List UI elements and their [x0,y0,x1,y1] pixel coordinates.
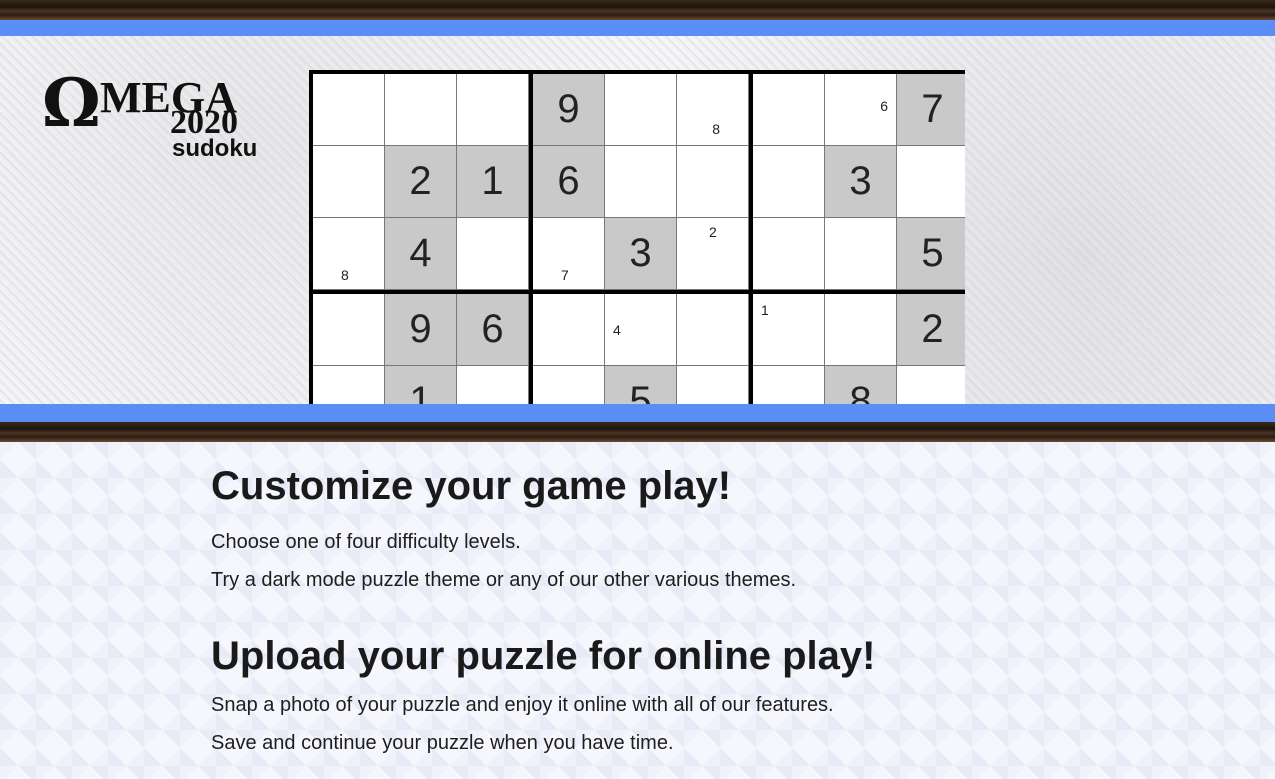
sudoku-cell[interactable]: 8 [825,366,897,404]
pencil-mark: 7 [561,267,569,283]
sudoku-cell[interactable] [753,74,825,146]
logo-subtitle: sudoku [172,135,258,162]
sudoku-cell[interactable]: 7 [897,74,965,146]
given-digit: 4 [409,231,432,275]
sudoku-cell[interactable] [753,218,825,290]
sudoku-cell[interactable]: 5 [897,218,965,290]
sudoku-cell[interactable]: 6 [533,146,605,218]
sudoku-preview: 9 8 6 7 2 1 6 3 8 4 7 3 2 5 9 6 4 1 2 1 5 8 [309,70,965,404]
sudoku-cell[interactable] [533,294,605,366]
sudoku-cell[interactable]: 1 [753,294,825,366]
sudoku-cell[interactable] [457,218,529,290]
sudoku-cell[interactable]: 9 [533,74,605,146]
sudoku-cell[interactable] [313,74,385,146]
given-digit: 7 [921,87,944,131]
sudoku-cell[interactable] [313,294,385,366]
feature-text: Try a dark mode puzzle theme or any of o… [211,569,797,591]
given-digit: 1 [481,159,504,203]
given-digit: 2 [921,307,944,351]
sudoku-cell[interactable] [677,146,749,218]
omega-sudoku-logo[interactable]: Ω MEGA 2020 sudoku [42,70,262,200]
feature-heading: Customize your game play! [211,464,732,508]
given-digit: 2 [409,159,432,203]
sudoku-cell[interactable] [825,294,897,366]
given-digit: 9 [557,87,580,131]
sudoku-cell[interactable]: 2 [385,146,457,218]
sudoku-cell[interactable] [677,294,749,366]
sudoku-cell[interactable]: 6 [825,74,897,146]
wood-banner-bottom [0,422,1275,442]
sudoku-cell[interactable] [605,146,677,218]
box-divider-horizontal [313,290,965,294]
sudoku-cell[interactable]: 8 [313,218,385,290]
sudoku-cell[interactable]: 3 [825,146,897,218]
feature-upload: Upload your puzzle for online play! Snap… [211,632,1111,754]
sudoku-cell[interactable]: 6 [457,294,529,366]
feature-customize: Customize your game play! Choose one of … [211,462,1111,591]
given-digit: 5 [921,231,944,275]
sudoku-cell[interactable]: 7 [533,218,605,290]
accent-strip-bottom [0,404,1275,422]
sudoku-cell[interactable]: 2 [897,294,965,366]
given-digit: 5 [629,379,652,404]
given-digit: 6 [557,159,580,203]
sudoku-board: 9 8 6 7 2 1 6 3 8 4 7 3 2 5 9 6 4 1 2 1 5 8 [309,70,965,404]
box-divider-vertical [529,74,533,404]
sudoku-cell[interactable]: 1 [457,146,529,218]
feature-text: Snap a photo of your puzzle and enjoy it… [211,694,834,716]
hero-section: Ω MEGA 2020 sudoku 9 8 6 7 2 1 6 3 8 4 7 3 2 5 9 6 4 1 2 1 5… [0,36,1275,404]
pencil-mark: 4 [613,322,621,338]
sudoku-cell[interactable] [457,366,529,404]
pencil-mark: 2 [709,224,717,240]
sudoku-cell[interactable] [677,366,749,404]
sudoku-cell[interactable] [457,74,529,146]
accent-strip-top [0,20,1275,36]
sudoku-cell[interactable] [897,146,965,218]
sudoku-cell[interactable]: 5 [605,366,677,404]
pencil-mark: 8 [712,121,720,137]
sudoku-cell[interactable] [533,366,605,404]
wood-banner-top [0,0,1275,20]
sudoku-cell[interactable] [313,366,385,404]
sudoku-cell[interactable]: 9 [385,294,457,366]
given-digit: 8 [849,379,872,404]
given-digit: 3 [849,159,872,203]
feature-text: Choose one of four difficulty levels. [211,531,521,553]
logo-omega-glyph: Ω [42,64,101,142]
sudoku-cell[interactable]: 1 [385,366,457,404]
pencil-mark: 6 [880,98,888,114]
feature-heading: Upload your puzzle for online play! [211,634,876,678]
feature-text: Save and continue your puzzle when you h… [211,732,674,754]
given-digit: 9 [409,307,432,351]
sudoku-cell[interactable] [753,146,825,218]
sudoku-cell[interactable] [825,218,897,290]
sudoku-cell[interactable] [385,74,457,146]
sudoku-cell[interactable]: 4 [385,218,457,290]
sudoku-cell[interactable]: 2 [677,218,749,290]
sudoku-cell[interactable] [897,366,965,404]
box-divider-vertical [749,74,753,404]
sudoku-cell[interactable]: 8 [677,74,749,146]
sudoku-cell[interactable] [605,74,677,146]
given-digit: 1 [409,379,432,404]
sudoku-cell[interactable]: 3 [605,218,677,290]
pencil-mark: 8 [341,267,349,283]
sudoku-cell[interactable]: 4 [605,294,677,366]
given-digit: 3 [629,231,652,275]
given-digit: 6 [481,307,504,351]
sudoku-cell[interactable] [753,366,825,404]
sudoku-cell[interactable] [313,146,385,218]
pencil-mark: 1 [761,302,769,318]
features-section: Customize your game play! Choose one of … [0,442,1275,779]
